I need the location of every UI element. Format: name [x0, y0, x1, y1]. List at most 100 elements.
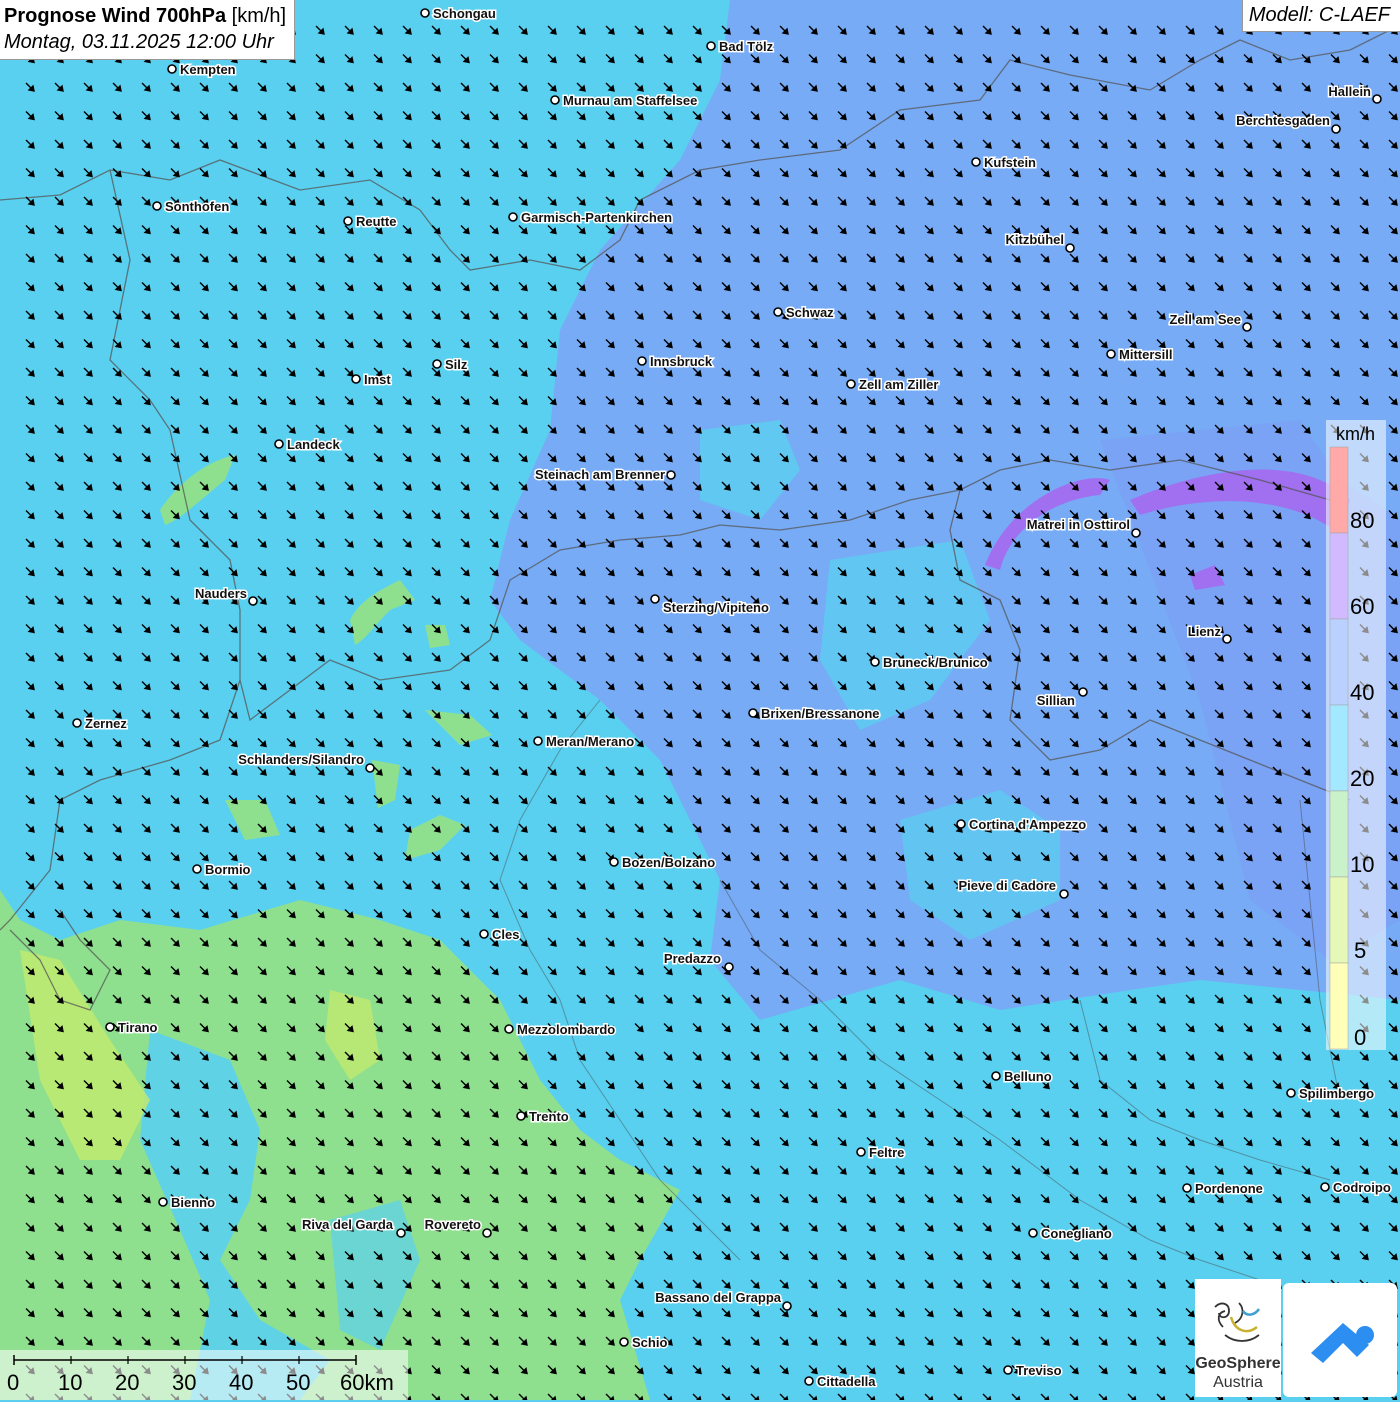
city-dot: [1242, 322, 1252, 332]
city-label: Sonthofen: [165, 199, 229, 214]
city-marker: Schongau: [420, 5, 497, 23]
city-label: Bruneck/Brunico: [883, 655, 988, 670]
scale-bar: 0 10 20 30 40 50 60km: [0, 1350, 408, 1400]
city-label: Reutte: [356, 214, 396, 229]
city-dot: [396, 1228, 406, 1238]
city-label: Lienz: [1188, 624, 1222, 639]
city-dot: [1222, 634, 1232, 644]
city-dot: [1286, 1088, 1296, 1098]
city-label: Garmisch-Partenkirchen: [521, 210, 672, 225]
city-label: Schlanders/Silandro: [238, 752, 364, 767]
city-label: Bormio: [205, 862, 251, 877]
city-label: Conegliano: [1041, 1226, 1112, 1241]
app-icon: [1311, 1323, 1374, 1363]
city-marker: Pordenone: [1182, 1180, 1264, 1198]
city-marker: Bozen/Bolzano: [609, 854, 717, 872]
city-dot: [1003, 1365, 1013, 1375]
city-label: Mittersill: [1119, 347, 1172, 362]
city-label: Rovereto: [425, 1217, 481, 1232]
city-dot: [666, 470, 676, 480]
city-label: Meran/Merano: [546, 734, 634, 749]
city-dot: [782, 1301, 792, 1311]
city-label: Bassano del Grappa: [655, 1290, 781, 1305]
city-dot: [1065, 243, 1075, 253]
city-label: Schongau: [433, 6, 496, 21]
city-label: Nauders: [195, 586, 247, 601]
city-label: Kempten: [180, 62, 236, 77]
city-dot: [550, 95, 560, 105]
city-label: Mezzolombardo: [517, 1022, 615, 1037]
city-label: Landeck: [287, 437, 341, 452]
city-dot: [1131, 528, 1141, 538]
city-label: Schio: [632, 1335, 667, 1350]
legend-unit: km/h: [1336, 424, 1376, 444]
scale-label-30: 30: [172, 1370, 197, 1395]
geosphere-name: GeoSphere: [1195, 1355, 1281, 1372]
city-dot: [1320, 1182, 1330, 1192]
city-label: Steinach am Brenner: [535, 467, 665, 482]
city-dot: [274, 439, 284, 449]
city-label: Silz: [445, 357, 468, 372]
scale-label-40: 40: [229, 1370, 254, 1395]
wind-map: Schongau Bad Tölz Kempten Murnau am Staffel…: [0, 0, 1400, 1400]
geosphere-icon: [1214, 1302, 1261, 1342]
city-marker: Garmisch-Partenkirchen: [508, 209, 674, 227]
model-label: Modell: C-LAEF: [1241, 0, 1400, 32]
city-dot: [432, 359, 442, 369]
city-label: Hallein: [1328, 84, 1371, 99]
city-label: Feltre: [869, 1145, 904, 1160]
city-marker: Brixen/Bressanone: [748, 705, 881, 723]
city-marker: Innsbruck: [637, 353, 714, 371]
city-dot: [991, 1071, 1001, 1081]
city-label: Zernez: [85, 716, 127, 731]
scale-label-0: 0: [7, 1370, 20, 1395]
scale-label-10: 10: [58, 1370, 83, 1395]
city-label: Trento: [529, 1109, 569, 1124]
title-box: Prognose Wind 700hPa [km/h] Montag, 03.1…: [0, 0, 296, 60]
legend: km/h 80 60 40 20 10 5 0: [1326, 420, 1386, 1050]
city-dot: [619, 1337, 629, 1347]
city-label: Matrei in Osttirol: [1027, 517, 1130, 532]
title-unit: [km/h]: [231, 5, 287, 27]
city-dot: [167, 64, 177, 74]
city-label: Pordenone: [1195, 1181, 1263, 1196]
city-marker: Bruneck/Brunico: [870, 654, 989, 672]
city-label: Bienno: [171, 1195, 215, 1210]
city-marker: Spilimbergo: [1286, 1085, 1376, 1103]
city-marker: Steinach am Brenner: [533, 466, 676, 484]
city-marker: Zell am Ziller: [846, 376, 940, 394]
city-dot: [420, 8, 430, 18]
city-dot: [1331, 124, 1341, 134]
city-label: Cles: [492, 927, 519, 942]
city-label: Berchtesgaden: [1236, 113, 1330, 128]
warning-app-logo: [1283, 1283, 1397, 1397]
scale-label-20: 20: [115, 1370, 140, 1395]
city-dot: [343, 216, 353, 226]
city-label: Schwaz: [786, 305, 834, 320]
city-marker: Meran/Merano: [533, 733, 636, 751]
city-dot: [516, 1111, 526, 1121]
city-dot: [637, 356, 647, 366]
city-label: Innsbruck: [650, 354, 713, 369]
city-label: Treviso: [1016, 1363, 1062, 1378]
city-label: Murnau am Staffelsee: [563, 93, 697, 108]
city-dot: [804, 1376, 814, 1386]
legend-label-60: 60: [1350, 594, 1375, 619]
city-label: Tirano: [118, 1020, 158, 1035]
scale-label-60km: 60km: [340, 1370, 394, 1395]
city-marker: Cortina d'Ampezzo: [956, 816, 1088, 834]
city-dot: [365, 763, 375, 773]
city-dot: [724, 962, 734, 972]
city-dot: [971, 157, 981, 167]
city-label: Bad Tölz: [719, 39, 774, 54]
legend-label-20: 20: [1350, 766, 1375, 791]
city-dot: [152, 201, 162, 211]
city-label: Bozen/Bolzano: [622, 855, 715, 870]
city-label: Predazzo: [664, 951, 721, 966]
city-dot: [1182, 1183, 1192, 1193]
city-label: Sterzing/Vipiteno: [663, 600, 769, 615]
legend-label-40: 40: [1350, 680, 1375, 705]
city-dot: [773, 307, 783, 317]
city-dot: [72, 718, 82, 728]
title-bold: Prognose Wind 700hPa: [4, 5, 227, 27]
